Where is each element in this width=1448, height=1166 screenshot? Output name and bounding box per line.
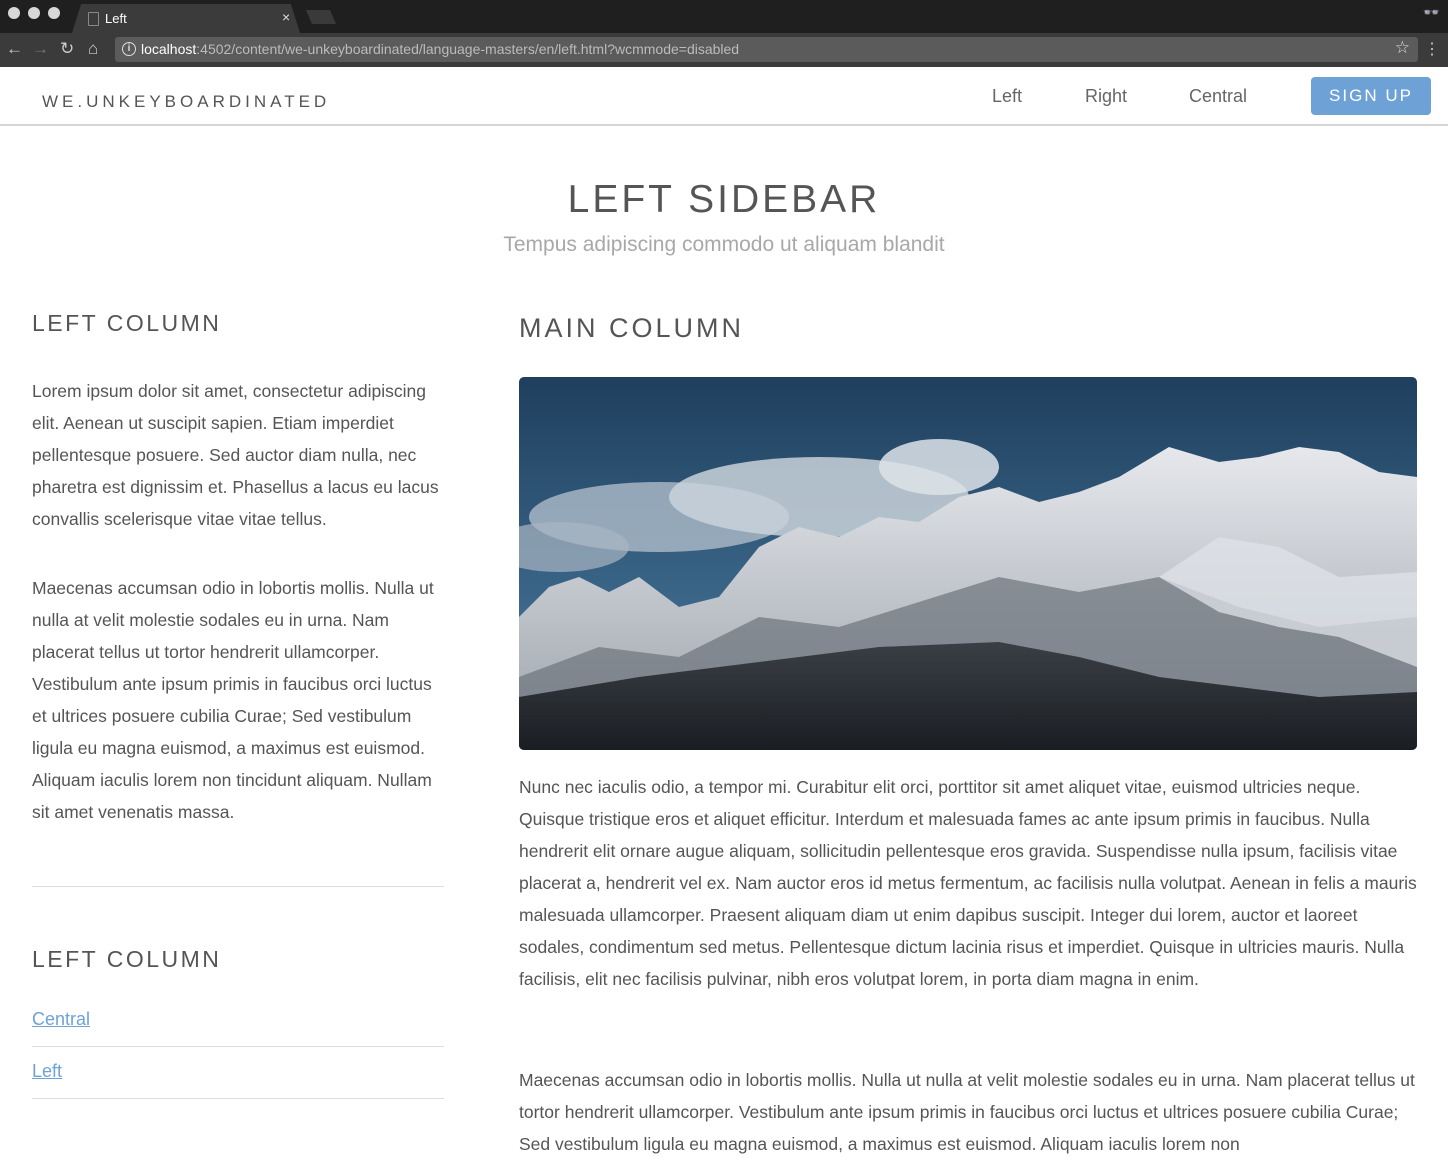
browser-toolbar: ← → ↻ ⌂ i localhost:4502/content/we-unke… — [0, 33, 1448, 67]
left-link-list: Central Left — [32, 995, 444, 1099]
nav-link-left[interactable]: Left — [992, 86, 1022, 107]
page-subtitle: Tempus adipiscing commodo ut aliquam bla… — [503, 233, 945, 256]
main-paragraph-1: Nunc nec iaculis odio, a tempor mi. Cura… — [519, 777, 1417, 989]
left-paragraph-1: Lorem ipsum dolor sit amet, consectetur … — [32, 381, 439, 529]
browser-menu-icon[interactable]: ⋮ — [1424, 39, 1440, 59]
back-icon[interactable]: ← — [6, 39, 23, 59]
left-paragraph-2: Maecenas accumsan odio in lobortis molli… — [32, 578, 434, 822]
browser-titlebar: Left × 👓 — [0, 0, 1448, 33]
site-header: WE.UNKEYBOARDINATED Left Right Central S… — [0, 67, 1448, 126]
tab-title: Left — [105, 11, 127, 26]
forward-icon[interactable]: → — [32, 39, 49, 59]
page-title: LEFT SIDEBAR — [567, 178, 881, 221]
nav-link-right[interactable]: Right — [1085, 86, 1127, 107]
address-bar[interactable]: i localhost:4502/content/we-unkeyboardin… — [115, 37, 1418, 62]
page-icon — [88, 12, 99, 26]
minimize-window-button[interactable] — [28, 7, 40, 19]
left-column-heading: LEFT COLUMN — [32, 310, 222, 336]
home-icon[interactable]: ⌂ — [88, 39, 98, 59]
left-column-heading-2: LEFT COLUMN — [32, 946, 222, 972]
maximize-window-button[interactable] — [48, 7, 60, 19]
bookmark-star-icon[interactable]: ☆ — [1395, 38, 1410, 58]
left-column: LEFT COLUMN Lorem ipsum dolor sit amet, … — [32, 310, 444, 1099]
link-left[interactable]: Left — [32, 1061, 62, 1082]
link-central[interactable]: Central — [32, 1009, 90, 1030]
main-column-heading: MAIN COLUMN — [519, 313, 745, 343]
main-column: MAIN COLUMN Nunc nec iaculis odio, a tem… — [519, 313, 1419, 1154]
info-icon[interactable]: i — [122, 42, 136, 56]
close-window-button[interactable] — [8, 7, 20, 19]
sign-up-button[interactable]: SIGN UP — [1311, 77, 1431, 115]
new-tab-button[interactable] — [306, 10, 336, 24]
incognito-icon: 👓 — [1422, 4, 1440, 20]
main-paragraph-2: Maecenas accumsan odio in lobortis molli… — [519, 1070, 1415, 1154]
tab-close-icon[interactable]: × — [282, 9, 290, 25]
url-host: localhost — [141, 41, 197, 57]
url-path: :4502/content/we-unkeyboardinated/langua… — [196, 41, 740, 57]
site-brand[interactable]: WE.UNKEYBOARDINATED — [42, 92, 330, 112]
list-item: Left — [32, 1047, 444, 1099]
list-item: Central — [32, 995, 444, 1047]
nav-link-central[interactable]: Central — [1189, 86, 1247, 107]
browser-tab[interactable]: Left × — [72, 4, 300, 33]
url-text[interactable]: localhost:4502/content/we-unkeyboardinat… — [141, 41, 739, 57]
mountain-landscape-image — [519, 377, 1417, 750]
reload-icon[interactable]: ↻ — [60, 39, 74, 59]
left-column-divider — [32, 886, 444, 887]
